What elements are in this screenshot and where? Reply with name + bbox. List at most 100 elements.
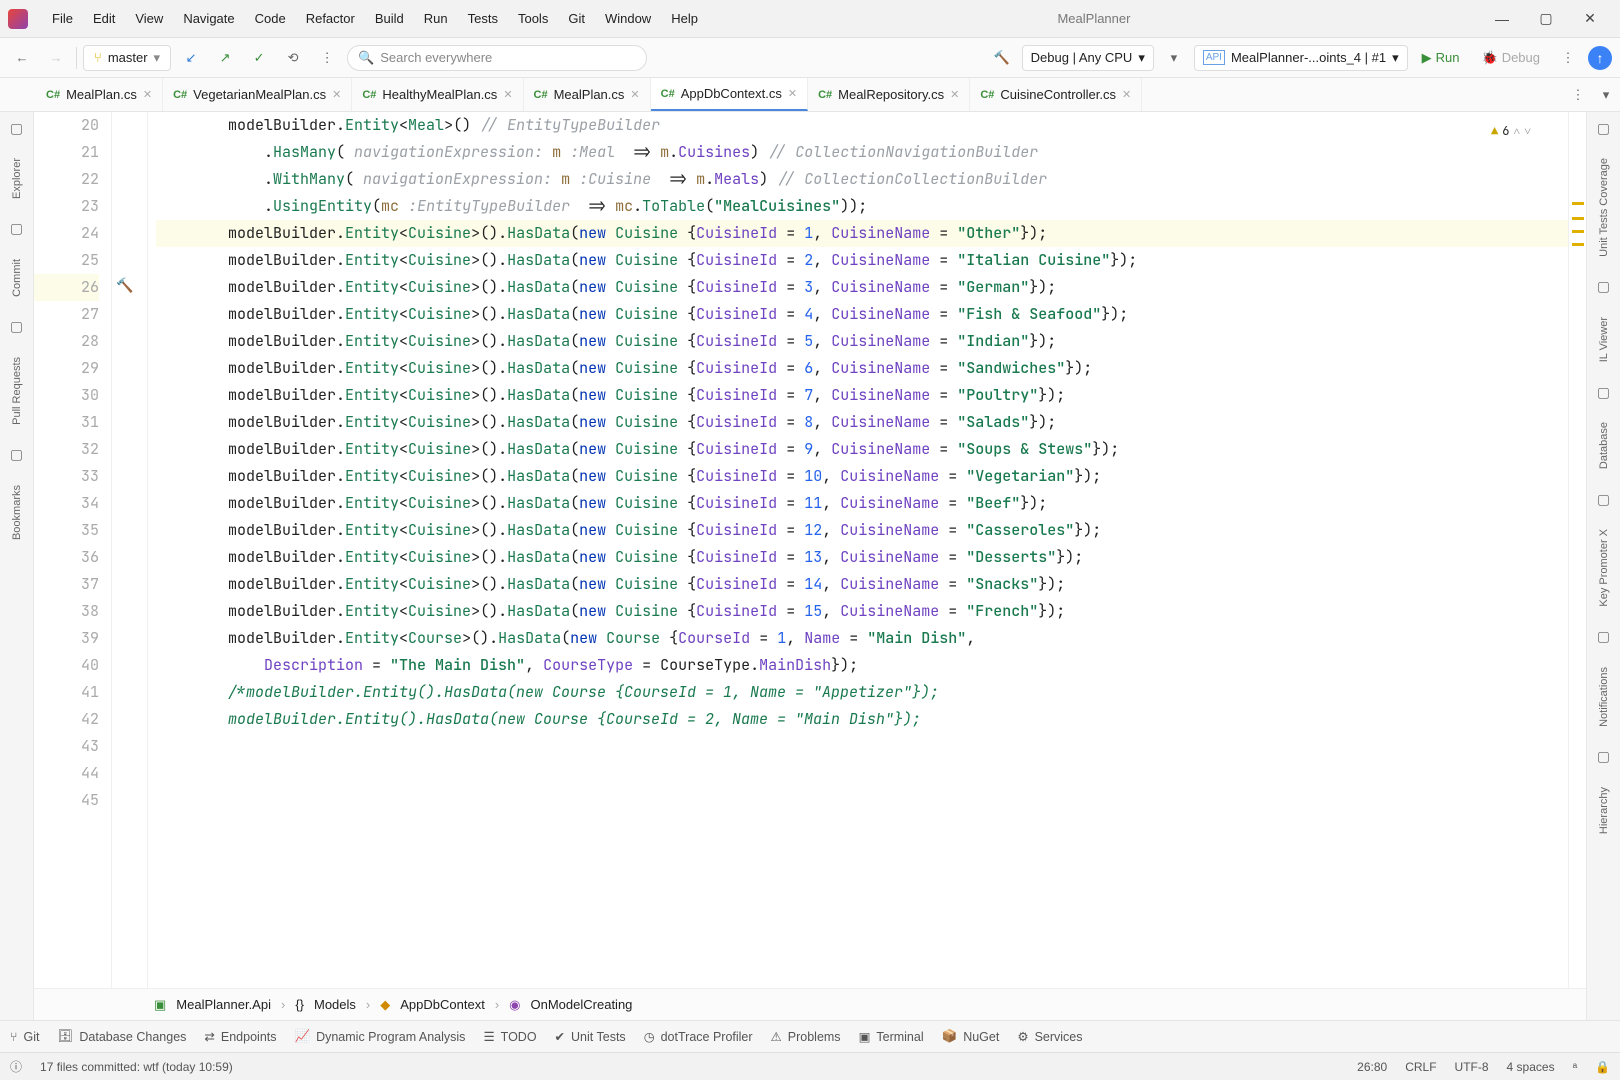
close-icon[interactable]: ✕ bbox=[950, 88, 959, 101]
warning-mark[interactable] bbox=[1572, 230, 1584, 233]
vcs-history-icon[interactable]: ⟲ bbox=[279, 44, 307, 72]
close-icon[interactable]: ✕ bbox=[503, 88, 512, 101]
menu-tools[interactable]: Tools bbox=[508, 7, 558, 30]
rail-icon[interactable]: ▢ bbox=[1594, 118, 1614, 138]
toolwindow-git[interactable]: ⑂Git bbox=[10, 1030, 40, 1044]
vcs-commit-icon[interactable]: ↗ bbox=[211, 44, 239, 72]
vcs-push-icon[interactable]: ✓ bbox=[245, 44, 273, 72]
indent-setting[interactable]: 4 spaces bbox=[1507, 1060, 1555, 1074]
toolwindow-database-changes[interactable]: 🗄Database Changes bbox=[58, 1029, 187, 1044]
more-actions-icon[interactable]: ⋮ bbox=[1554, 44, 1582, 72]
left-rail-commit[interactable]: Commit bbox=[11, 247, 23, 309]
toolwindow-unit-tests[interactable]: ✔Unit Tests bbox=[555, 1029, 626, 1044]
vcs-update-icon[interactable]: ↙ bbox=[177, 44, 205, 72]
rail-icon[interactable]: ▢ bbox=[7, 118, 27, 138]
maximize-button[interactable]: ▢ bbox=[1524, 4, 1568, 34]
breadcrumb-method[interactable]: OnModelCreating bbox=[531, 997, 633, 1012]
tabs-list-icon[interactable]: ⋮ bbox=[1564, 81, 1592, 109]
menu-navigate[interactable]: Navigate bbox=[173, 7, 244, 30]
chevron-down-icon[interactable]: ˅ bbox=[1524, 118, 1531, 145]
menu-window[interactable]: Window bbox=[595, 7, 661, 30]
nav-back-icon[interactable]: ← bbox=[8, 44, 36, 72]
inspection-summary[interactable]: ▲ 6 ˄ ˅ bbox=[1491, 118, 1531, 145]
git-branch-selector[interactable]: ⑂ master ▾ bbox=[83, 45, 171, 71]
minimize-button[interactable]: ― bbox=[1480, 4, 1524, 34]
menu-refactor[interactable]: Refactor bbox=[296, 7, 365, 30]
editor-tab[interactable]: C#MealPlan.cs✕ bbox=[524, 78, 651, 111]
breadcrumb-class[interactable]: AppDbContext bbox=[400, 997, 485, 1012]
menu-help[interactable]: Help bbox=[661, 7, 708, 30]
editor-tab[interactable]: C#HealthyMealPlan.cs✕ bbox=[352, 78, 523, 111]
line-separator[interactable]: CRLF bbox=[1405, 1060, 1436, 1074]
right-rail-key-promoter-x[interactable]: Key Promoter X bbox=[1598, 517, 1610, 619]
rail-icon[interactable]: ▢ bbox=[1594, 627, 1614, 647]
rail-icon[interactable]: ▢ bbox=[1594, 277, 1614, 297]
warning-mark[interactable] bbox=[1572, 202, 1584, 205]
editor-tab[interactable]: C#MealRepository.cs✕ bbox=[808, 78, 970, 111]
menu-edit[interactable]: Edit bbox=[83, 7, 125, 30]
debug-button[interactable]: 🐞 Debug bbox=[1474, 48, 1549, 68]
chevron-up-icon[interactable]: ˄ bbox=[1513, 118, 1520, 145]
toolwindow-terminal[interactable]: ▣Terminal bbox=[859, 1029, 924, 1044]
nav-forward-icon[interactable]: → bbox=[42, 44, 70, 72]
close-icon[interactable]: ✕ bbox=[143, 88, 152, 101]
rail-icon[interactable]: ▢ bbox=[7, 445, 27, 465]
toolwindow-dottrace-profiler[interactable]: ◷dotTrace Profiler bbox=[644, 1029, 753, 1044]
editor-tab[interactable]: C#AppDbContext.cs✕ bbox=[651, 78, 808, 111]
breadcrumb-project[interactable]: MealPlanner.Api bbox=[176, 997, 271, 1012]
close-icon[interactable]: ✕ bbox=[788, 87, 797, 100]
right-rail-unit-tests-coverage[interactable]: Unit Tests Coverage bbox=[1598, 146, 1610, 269]
caret-position[interactable]: 26:80 bbox=[1357, 1060, 1387, 1074]
menu-file[interactable]: File bbox=[42, 7, 83, 30]
rail-icon[interactable]: ▢ bbox=[1594, 747, 1614, 767]
toolwindow-nuget[interactable]: 📦NuGet bbox=[942, 1029, 1000, 1044]
breadcrumb-namespace[interactable]: Models bbox=[314, 997, 356, 1012]
run-config[interactable]: API MealPlanner-...oints_4 | #1 ▾ bbox=[1194, 45, 1408, 71]
toolwindow-endpoints[interactable]: ⇄Endpoints bbox=[204, 1029, 276, 1044]
left-rail-bookmarks[interactable]: Bookmarks bbox=[11, 473, 23, 552]
build-icon[interactable]: 🔨 bbox=[988, 44, 1016, 72]
update-badge[interactable]: ↑ bbox=[1588, 46, 1612, 70]
right-rail-il-viewer[interactable]: IL Viewer bbox=[1598, 305, 1610, 374]
reader-mode-icon[interactable]: ᵃ bbox=[1573, 1060, 1577, 1074]
toolwindow-dynamic-program-analysis[interactable]: 📈Dynamic Program Analysis bbox=[295, 1029, 466, 1044]
editor-tab[interactable]: C#MealPlan.cs✕ bbox=[36, 78, 163, 111]
file-encoding[interactable]: UTF-8 bbox=[1455, 1060, 1489, 1074]
editor-tab[interactable]: C#CuisineController.cs✕ bbox=[970, 78, 1142, 111]
menu-build[interactable]: Build bbox=[365, 7, 414, 30]
menu-run[interactable]: Run bbox=[414, 7, 458, 30]
right-rail-hierarchy[interactable]: Hierarchy bbox=[1598, 775, 1610, 846]
rail-icon[interactable]: ▢ bbox=[7, 317, 27, 337]
lock-icon[interactable]: 🔒 bbox=[1595, 1060, 1610, 1074]
warning-mark[interactable] bbox=[1572, 217, 1584, 220]
left-rail-pull-requests[interactable]: Pull Requests bbox=[11, 345, 23, 437]
menu-code[interactable]: Code bbox=[245, 7, 296, 30]
toolwindow-todo[interactable]: ☰TODO bbox=[483, 1029, 536, 1044]
editor-tab[interactable]: C#VegetarianMealPlan.cs✕ bbox=[163, 78, 352, 111]
warning-mark[interactable] bbox=[1572, 243, 1584, 246]
menu-git[interactable]: Git bbox=[558, 7, 595, 30]
search-everywhere[interactable]: 🔍 Search everywhere bbox=[347, 45, 647, 71]
toolwindow-problems[interactable]: ⚠Problems bbox=[771, 1029, 841, 1044]
code-area[interactable]: modelBuilder.Entity<Meal>() // EntityTyp… bbox=[148, 112, 1568, 988]
rail-icon[interactable]: ▢ bbox=[1594, 489, 1614, 509]
rail-icon[interactable]: ▢ bbox=[7, 219, 27, 239]
menu-view[interactable]: View bbox=[125, 7, 173, 30]
menu-tests[interactable]: Tests bbox=[458, 7, 508, 30]
left-rail-explorer[interactable]: Explorer bbox=[11, 146, 23, 211]
close-icon[interactable]: ✕ bbox=[332, 88, 341, 101]
rail-icon[interactable]: ▢ bbox=[1594, 382, 1614, 402]
solution-config[interactable]: Debug | Any CPU ▾ bbox=[1022, 45, 1154, 71]
right-rail-database[interactable]: Database bbox=[1598, 410, 1610, 481]
code-editor[interactable]: 2021222324252627282930313233343536373839… bbox=[34, 112, 1586, 988]
vcs-more-icon[interactable]: ⋮ bbox=[313, 44, 341, 72]
error-stripe[interactable]: ▲ 6 ˄ ˅ bbox=[1568, 112, 1586, 988]
right-rail-notifications[interactable]: Notifications bbox=[1598, 655, 1610, 739]
toolwindow-services[interactable]: ⚙Services bbox=[1017, 1029, 1082, 1044]
config-dropdown-icon[interactable]: ▾ bbox=[1160, 44, 1188, 72]
close-button[interactable]: ✕ bbox=[1568, 4, 1612, 34]
close-icon[interactable]: ✕ bbox=[630, 88, 639, 101]
close-icon[interactable]: ✕ bbox=[1122, 88, 1131, 101]
run-button[interactable]: ▶ Run bbox=[1414, 48, 1468, 68]
tabs-dropdown-icon[interactable]: ▾ bbox=[1592, 81, 1620, 109]
